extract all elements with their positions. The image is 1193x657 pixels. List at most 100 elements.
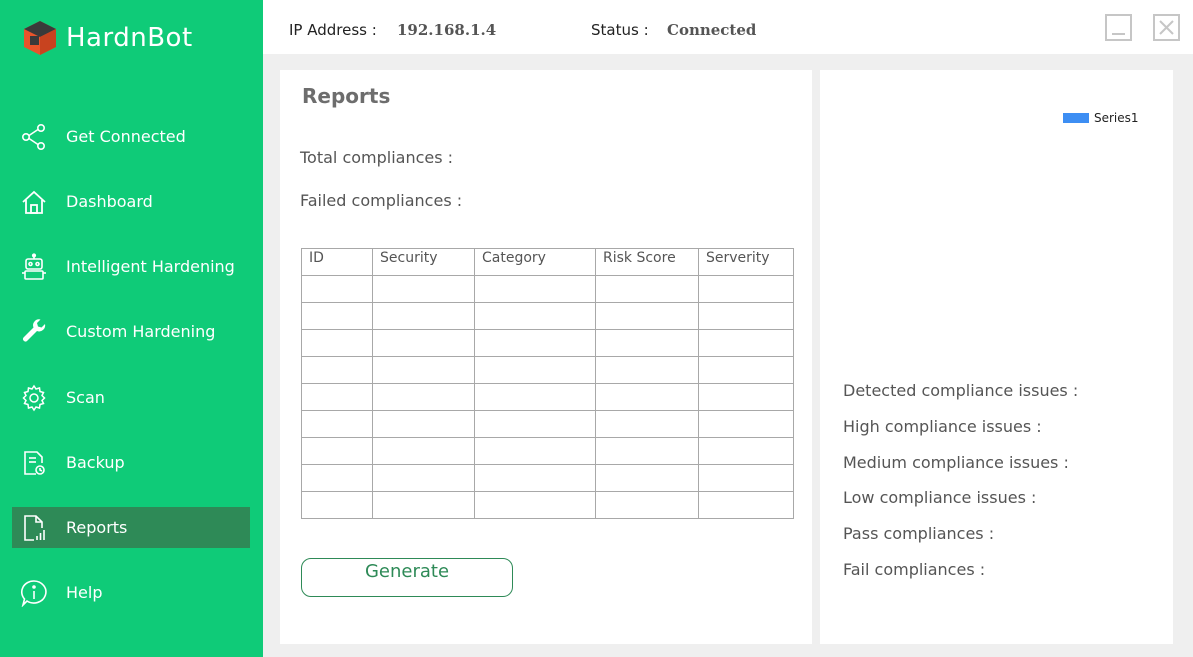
table-cell <box>698 410 794 438</box>
minimize-icon <box>1107 24 1130 43</box>
table-row[interactable] <box>301 410 794 438</box>
table-row[interactable] <box>301 383 794 411</box>
table-cell <box>474 383 596 411</box>
table-cell <box>301 464 373 492</box>
table-cell <box>595 329 699 357</box>
table-cell <box>474 464 596 492</box>
legend-swatch <box>1063 113 1089 123</box>
table-cell <box>698 383 794 411</box>
reports-panel: Reports Total compliances : Failed compl… <box>280 70 812 644</box>
column-header-id[interactable]: ID <box>301 248 373 276</box>
report-document-icon <box>19 513 49 543</box>
ip-address-value: 192.168.1.4 <box>397 21 497 39</box>
table-cell <box>474 329 596 357</box>
table-cell <box>698 275 794 303</box>
status-label: Status : <box>591 21 649 39</box>
table-cell <box>372 491 475 519</box>
pass-compliances-label: Pass compliances : <box>843 524 995 543</box>
page-title: Reports <box>302 84 391 108</box>
table-cell <box>301 302 373 330</box>
summary-panel: Series1 Detected compliance issues : Hig… <box>820 70 1173 644</box>
table-cell <box>595 302 699 330</box>
table-cell <box>474 491 596 519</box>
table-cell <box>372 410 475 438</box>
table-cell <box>698 437 794 465</box>
sidebar-item-label: Intelligent Hardening <box>66 257 235 276</box>
fail-compliances-label: Fail compliances : <box>843 560 986 579</box>
sidebar-item-dashboard[interactable]: Dashboard <box>12 181 250 222</box>
table-cell <box>595 491 699 519</box>
table-row[interactable] <box>301 329 794 357</box>
home-icon <box>19 187 49 217</box>
medium-issues-label: Medium compliance issues : <box>843 453 1069 472</box>
table-row[interactable] <box>301 356 794 384</box>
app-window: HardnBot Get Connected Dashboard Intelli… <box>0 0 1193 657</box>
sidebar-item-label: Reports <box>66 518 128 537</box>
table-cell <box>301 410 373 438</box>
table-cell <box>698 302 794 330</box>
backup-document-icon <box>19 448 49 478</box>
table-row[interactable] <box>301 464 794 492</box>
table-cell <box>372 437 475 465</box>
high-issues-label: High compliance issues : <box>843 417 1042 436</box>
table-cell <box>474 437 596 465</box>
reports-table: ID Security Category Risk Score Serverit… <box>301 248 794 519</box>
table-row[interactable] <box>301 437 794 465</box>
table-cell <box>474 302 596 330</box>
sidebar-item-custom-hardening[interactable]: Custom Hardening <box>12 311 250 352</box>
failed-compliances-label: Failed compliances : <box>300 191 463 210</box>
table-cell <box>301 383 373 411</box>
table-row[interactable] <box>301 275 794 303</box>
table-cell <box>698 464 794 492</box>
sidebar-item-backup[interactable]: Backup <box>12 442 250 483</box>
table-cell <box>372 302 475 330</box>
table-cell <box>698 356 794 384</box>
logo-cube-icon <box>20 18 60 58</box>
sidebar-item-label: Custom Hardening <box>66 322 216 341</box>
table-cell <box>474 356 596 384</box>
table-cell <box>301 437 373 465</box>
sidebar-item-intelligent-hardening[interactable]: Intelligent Hardening <box>12 246 250 287</box>
sidebar-item-label: Dashboard <box>66 192 153 211</box>
info-icon <box>19 578 49 608</box>
table-cell <box>372 275 475 303</box>
close-button[interactable] <box>1153 14 1180 41</box>
column-header-severity[interactable]: Serverity <box>698 248 794 276</box>
total-compliances-label: Total compliances : <box>300 148 454 167</box>
column-header-security[interactable]: Security <box>372 248 475 276</box>
ip-address-label: IP Address : <box>289 21 377 39</box>
minimize-button[interactable] <box>1105 14 1132 41</box>
sidebar-item-label: Get Connected <box>66 127 186 146</box>
sidebar-item-get-connected[interactable]: Get Connected <box>12 116 250 157</box>
close-icon <box>1155 20 1178 43</box>
table-cell <box>698 329 794 357</box>
table-cell <box>372 464 475 492</box>
robot-icon <box>19 252 49 282</box>
table-cell <box>301 329 373 357</box>
status-value: Connected <box>667 21 757 39</box>
app-logo: HardnBot <box>20 18 193 58</box>
table-cell <box>372 383 475 411</box>
low-issues-label: Low compliance issues : <box>843 488 1037 507</box>
table-cell <box>474 275 596 303</box>
table-cell <box>595 275 699 303</box>
column-header-category[interactable]: Category <box>474 248 596 276</box>
share-icon <box>19 122 49 152</box>
app-name: HardnBot <box>66 23 193 53</box>
sidebar-item-label: Scan <box>66 388 105 407</box>
sidebar-item-reports[interactable]: Reports <box>12 507 250 548</box>
gear-icon <box>19 383 49 413</box>
sidebar-item-help[interactable]: Help <box>12 572 250 613</box>
generate-button[interactable]: Generate <box>301 558 513 597</box>
table-cell <box>301 356 373 384</box>
table-row[interactable] <box>301 491 794 519</box>
wrench-icon <box>19 317 49 347</box>
table-cell <box>595 464 699 492</box>
table-row[interactable] <box>301 302 794 330</box>
sidebar-item-scan[interactable]: Scan <box>12 377 250 418</box>
table-cell <box>474 410 596 438</box>
column-header-risk-score[interactable]: Risk Score <box>595 248 699 276</box>
table-cell <box>372 329 475 357</box>
detected-issues-label: Detected compliance issues : <box>843 381 1079 400</box>
table-cell <box>595 410 699 438</box>
